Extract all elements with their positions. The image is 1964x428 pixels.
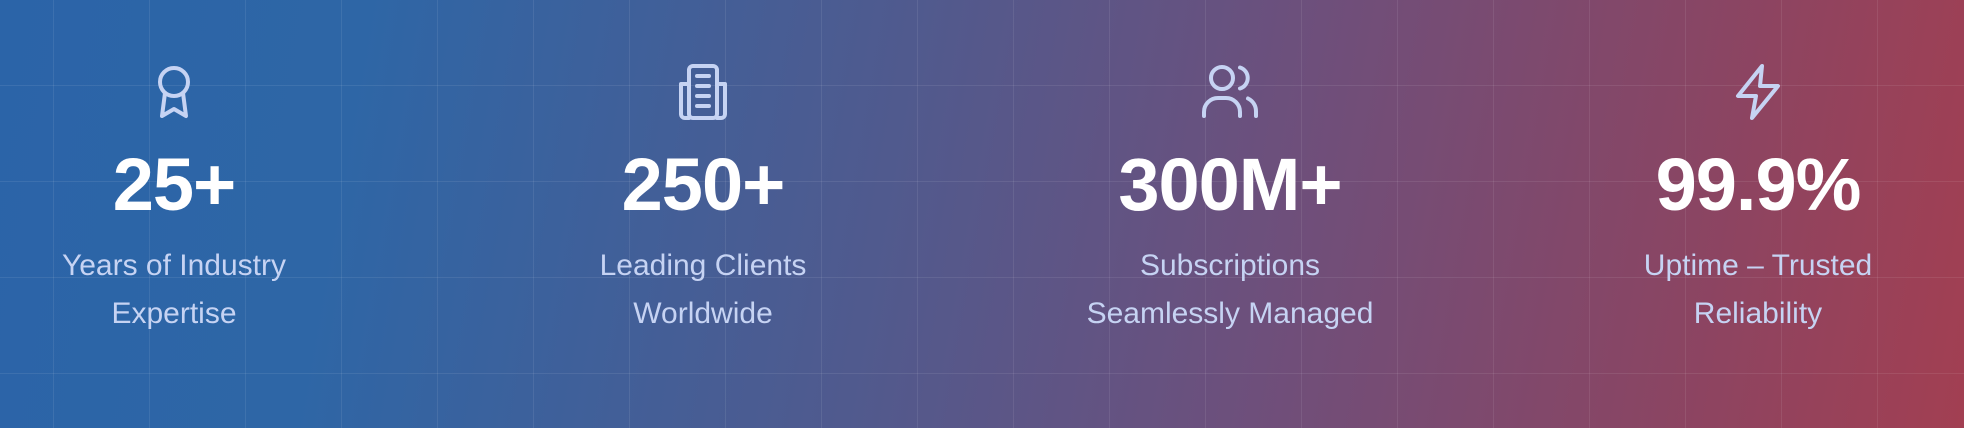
- users-icon: [1198, 60, 1262, 124]
- stat-uptime: 99.9% Uptime – Trusted Reliability: [1548, 60, 1964, 338]
- building-icon: [671, 60, 735, 124]
- stats-row: 25+ Years of Industry Expertise 250+ Lea…: [0, 0, 1964, 428]
- stat-years-expertise: 25+ Years of Industry Expertise: [0, 60, 384, 338]
- stat-value: 25+: [112, 143, 237, 226]
- stat-leading-clients: 250+ Leading Clients Worldwide: [493, 60, 913, 338]
- stat-label: Leading Clients Worldwide: [523, 242, 883, 338]
- stat-label-line: Leading Clients: [599, 249, 807, 282]
- stats-section: 25+ Years of Industry Expertise 250+ Lea…: [0, 0, 1964, 428]
- stat-label-line: Reliability: [1693, 297, 1823, 330]
- stat-subscriptions: 300M+ Subscriptions Seamlessly Managed: [1020, 60, 1440, 338]
- stat-label-line: Uptime – Trusted: [1643, 249, 1873, 282]
- stat-label-line: Subscriptions: [1139, 249, 1321, 282]
- stat-value: 250+: [621, 143, 786, 226]
- stat-label: Uptime – Trusted Reliability: [1578, 242, 1938, 338]
- stat-label-line: Worldwide: [633, 297, 773, 330]
- stat-label-line: Years of Industry: [61, 249, 287, 282]
- stat-value: 99.9%: [1655, 143, 1862, 226]
- stat-label-line: Seamlessly Managed: [1086, 297, 1374, 330]
- award-ribbon-icon: [142, 60, 206, 124]
- lightning-bolt-icon: [1726, 60, 1790, 124]
- stat-label-line: Expertise: [111, 297, 237, 330]
- stat-value: 300M+: [1118, 143, 1342, 226]
- stat-label: Years of Industry Expertise: [0, 242, 354, 338]
- stat-label: Subscriptions Seamlessly Managed: [1050, 242, 1410, 338]
